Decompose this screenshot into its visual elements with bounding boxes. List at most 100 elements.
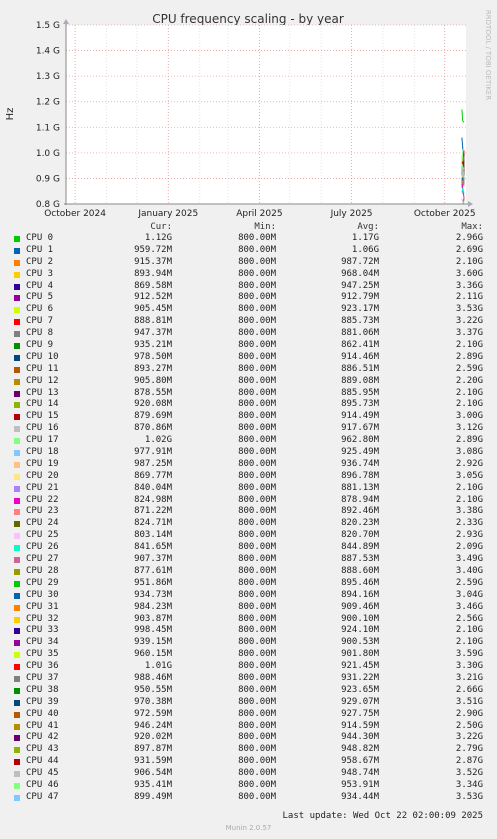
legend-avg-value: 862.41M	[341, 340, 379, 351]
legend-row: CPU 29 951.86M 800.00M 895.46M 2.59G	[0, 578, 497, 590]
legend-max-value: 2.69G	[455, 244, 483, 255]
legend-max-value: 3.22G	[455, 732, 483, 743]
legend-row: CPU 37 988.46M 800.00M 931.22M 3.21G	[0, 673, 497, 685]
legend-avg-value: 934.44M	[341, 791, 379, 802]
legend-avg-value: 895.73M	[341, 399, 379, 410]
legend-max-value: 2.10G	[455, 482, 483, 493]
legend-min-value: 800.00M	[238, 328, 276, 339]
legend-min-value: 800.00M	[238, 458, 276, 469]
legend-series-name: CPU 42	[26, 732, 59, 743]
legend-max-value: 3.40G	[455, 565, 483, 576]
legend-cur-value: 888.81M	[134, 316, 172, 327]
legend-swatch	[14, 580, 20, 587]
legend-series-name: CPU 47	[26, 791, 59, 802]
legend-swatch	[14, 616, 20, 623]
legend-swatch	[14, 271, 20, 278]
legend-cur-value: 912.52M	[134, 292, 172, 303]
legend-row: CPU 21 840.04M 800.00M 881.13M 2.10G	[0, 483, 497, 495]
legend-min-value: 800.00M	[238, 506, 276, 517]
legend-min-value: 800.00M	[238, 779, 276, 790]
legend-swatch	[14, 473, 20, 480]
legend-cur-value: 903.87M	[134, 613, 172, 624]
legend-cur-value: 951.86M	[134, 577, 172, 588]
legend-swatch	[14, 675, 20, 682]
legend-min-value: 800.00M	[238, 696, 276, 707]
legend-row: CPU 44 931.59M 800.00M 958.67M 2.87G	[0, 756, 497, 768]
legend-swatch	[14, 438, 20, 445]
legend-row: CPU 6 905.45M 800.00M 923.17M 3.53G	[0, 304, 497, 316]
legend-swatch	[14, 592, 20, 599]
y-tick-label: 1.5 G	[36, 21, 60, 31]
legend-swatch	[14, 331, 20, 338]
legend-min-value: 800.00M	[238, 363, 276, 374]
legend-row: CPU 36 1.01G 800.00M 921.45M 3.30G	[0, 661, 497, 673]
legend-cur-value: 905.80M	[134, 375, 172, 386]
legend-swatch	[14, 307, 20, 314]
legend-series-name: CPU 8	[26, 328, 54, 339]
legend-series-name: CPU 5	[26, 292, 54, 303]
legend-row: CPU 22 824.98M 800.00M 878.94M 2.10G	[0, 495, 497, 507]
legend-max-value: 2.09G	[455, 542, 483, 553]
legend-max-value: 2.33G	[455, 518, 483, 529]
legend-min-value: 800.00M	[238, 494, 276, 505]
legend-swatch	[14, 699, 20, 706]
legend-swatch	[14, 782, 20, 789]
legend-series-name: CPU 13	[26, 387, 59, 398]
x-tick-label: October 2024	[44, 209, 106, 219]
legend-series-name: CPU 43	[26, 744, 59, 755]
legend-cur-value: 893.27M	[134, 363, 172, 374]
legend-min-value: 800.00M	[238, 589, 276, 600]
legend-row: CPU 24 824.71M 800.00M 820.23M 2.33G	[0, 518, 497, 530]
legend-row: CPU 41 946.24M 800.00M 914.59M 2.50G	[0, 721, 497, 733]
legend-swatch	[14, 557, 20, 564]
legend-swatch	[14, 711, 20, 718]
x-tick-labels: October 2024 January 2025 April 2025 July 2…	[44, 209, 475, 219]
legend-series-name: CPU 9	[26, 340, 54, 351]
legend-max-value: 2.89G	[455, 435, 483, 446]
legend-min-value: 800.00M	[238, 720, 276, 731]
legend-avg-value: 927.75M	[341, 708, 379, 719]
legend-series-name: CPU 41	[26, 720, 59, 731]
legend-cur-value: 920.02M	[134, 732, 172, 743]
legend-min-value: 800.00M	[238, 470, 276, 481]
legend-row: CPU 9 935.21M 800.00M 862.41M 2.10G	[0, 340, 497, 352]
legend-cur-value: 988.46M	[134, 672, 172, 683]
legend-avg-value: 881.06M	[341, 328, 379, 339]
legend-series-name: CPU 22	[26, 494, 59, 505]
legend-series-name: CPU 2	[26, 256, 54, 267]
legend-avg-value: 901.80M	[341, 649, 379, 660]
legend-cur-value: 907.37M	[134, 554, 172, 565]
legend-max-value: 3.53G	[455, 304, 483, 315]
legend-swatch	[14, 426, 20, 433]
legend-cur-value: 899.49M	[134, 791, 172, 802]
legend-min-value: 800.00M	[238, 447, 276, 458]
legend-max-value: 2.89G	[455, 351, 483, 362]
legend-avg-value: 889.08M	[341, 375, 379, 386]
legend-cur-value: 972.59M	[134, 708, 172, 719]
legend-cur-value: 939.15M	[134, 637, 172, 648]
legend-max-value: 3.08G	[455, 447, 483, 458]
legend-swatch	[14, 319, 20, 326]
last-update: Last update: Wed Oct 22 02:00:09 2025	[282, 811, 483, 821]
legend-max-value: 2.20G	[455, 375, 483, 386]
legend-row: CPU 47 899.49M 800.00M 934.44M 3.53G	[0, 792, 497, 804]
legend-col-max: Max:	[461, 222, 483, 232]
x-tick-label: October 2025	[414, 209, 476, 219]
x-tick-label: January 2025	[137, 209, 198, 219]
legend-series-name: CPU 19	[26, 458, 59, 469]
legend-series-name: CPU 1	[26, 244, 54, 255]
y-tick-label: 1.0 G	[36, 149, 60, 159]
legend-col-cur: Cur:	[150, 222, 172, 232]
legend-row: CPU 20 869.77M 800.00M 896.78M 3.05G	[0, 471, 497, 483]
legend-series-name: CPU 10	[26, 351, 59, 362]
legend-max-value: 2.92G	[455, 458, 483, 469]
legend-row: CPU 40 972.59M 800.00M 927.75M 2.90G	[0, 709, 497, 721]
legend-min-value: 800.00M	[238, 482, 276, 493]
legend-series-name: CPU 23	[26, 506, 59, 517]
legend-cur-value: 970.38M	[134, 696, 172, 707]
legend-swatch	[14, 402, 20, 409]
legend-max-value: 3.05G	[455, 470, 483, 481]
legend-min-value: 800.00M	[238, 732, 276, 743]
legend-cur-value: 824.98M	[134, 494, 172, 505]
legend-cur-value: 987.25M	[134, 458, 172, 469]
